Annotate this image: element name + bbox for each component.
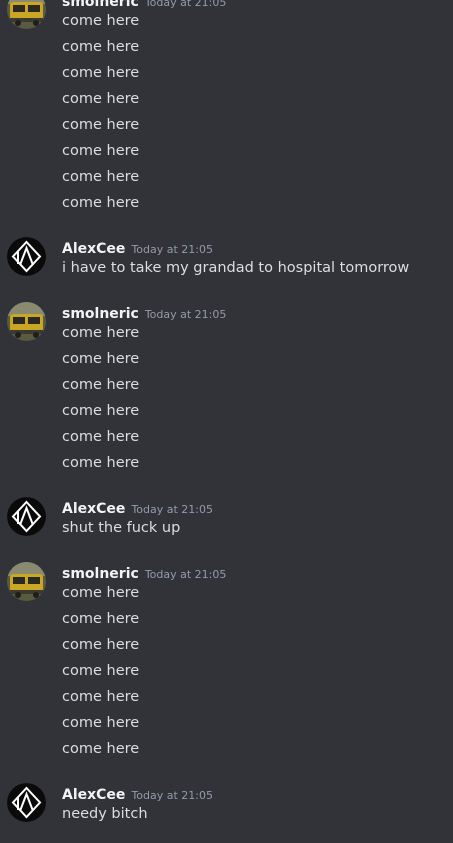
username[interactable]: smolneric: [62, 0, 139, 10]
bus-avatar-icon[interactable]: [7, 302, 46, 341]
message-text: come here: [62, 91, 140, 107]
message-text: come here: [62, 325, 140, 341]
timestamp: Today at 21:05: [144, 0, 227, 9]
message-text: come here: [62, 715, 140, 731]
message-text: come here: [62, 169, 140, 185]
message-text: come here: [62, 117, 140, 133]
message-text: come here: [62, 429, 140, 445]
message-text: come here: [62, 585, 140, 601]
timestamp: Today at 21:05: [131, 503, 213, 516]
timestamp: Today at 21:05: [144, 568, 227, 581]
bus-avatar-icon[interactable]: [7, 562, 46, 601]
message-text: come here: [62, 377, 140, 393]
message-text: come here: [62, 195, 140, 211]
message-text: come here: [62, 637, 140, 653]
message-header: smolneric Today at 21:05: [62, 563, 226, 583]
bus-avatar-icon[interactable]: [7, 0, 46, 29]
message-text: needy bitch: [62, 806, 148, 822]
username[interactable]: AlexCee: [62, 241, 125, 257]
message-text: come here: [62, 689, 140, 705]
message-text: come here: [62, 351, 140, 367]
chat-message-list[interactable]: smolneric Today at 21:05 come here come her…: [0, 0, 453, 843]
message-header: smolneric Today at 21:05: [62, 303, 226, 323]
username[interactable]: smolneric: [62, 566, 139, 582]
message-text: come here: [62, 455, 140, 471]
message-text: shut the fuck up: [62, 520, 181, 536]
message-text: come here: [62, 65, 140, 81]
username[interactable]: AlexCee: [62, 501, 125, 517]
message-header: AlexCee Today at 21:05: [62, 498, 213, 518]
username[interactable]: smolneric: [62, 306, 139, 322]
message-text: come here: [62, 39, 140, 55]
linkin-park-logo-avatar-icon[interactable]: [7, 497, 46, 536]
message-text: come here: [62, 403, 140, 419]
linkin-park-logo-avatar-icon[interactable]: [7, 783, 46, 822]
timestamp: Today at 21:05: [144, 308, 227, 321]
message-text: come here: [62, 741, 140, 757]
message-header: smolneric Today at 21:05: [62, 0, 226, 11]
message-text: i have to take my grandad to hospital to…: [62, 260, 410, 276]
username[interactable]: AlexCee: [62, 787, 125, 803]
message-header: AlexCee Today at 21:05: [62, 784, 213, 804]
message-text: come here: [62, 13, 140, 29]
timestamp: Today at 21:05: [131, 789, 213, 802]
linkin-park-logo-avatar-icon[interactable]: [7, 237, 46, 276]
message-header: AlexCee Today at 21:05: [62, 238, 213, 258]
message-text: come here: [62, 143, 140, 159]
message-text: come here: [62, 663, 140, 679]
message-text: come here: [62, 611, 140, 627]
timestamp: Today at 21:05: [131, 243, 213, 256]
